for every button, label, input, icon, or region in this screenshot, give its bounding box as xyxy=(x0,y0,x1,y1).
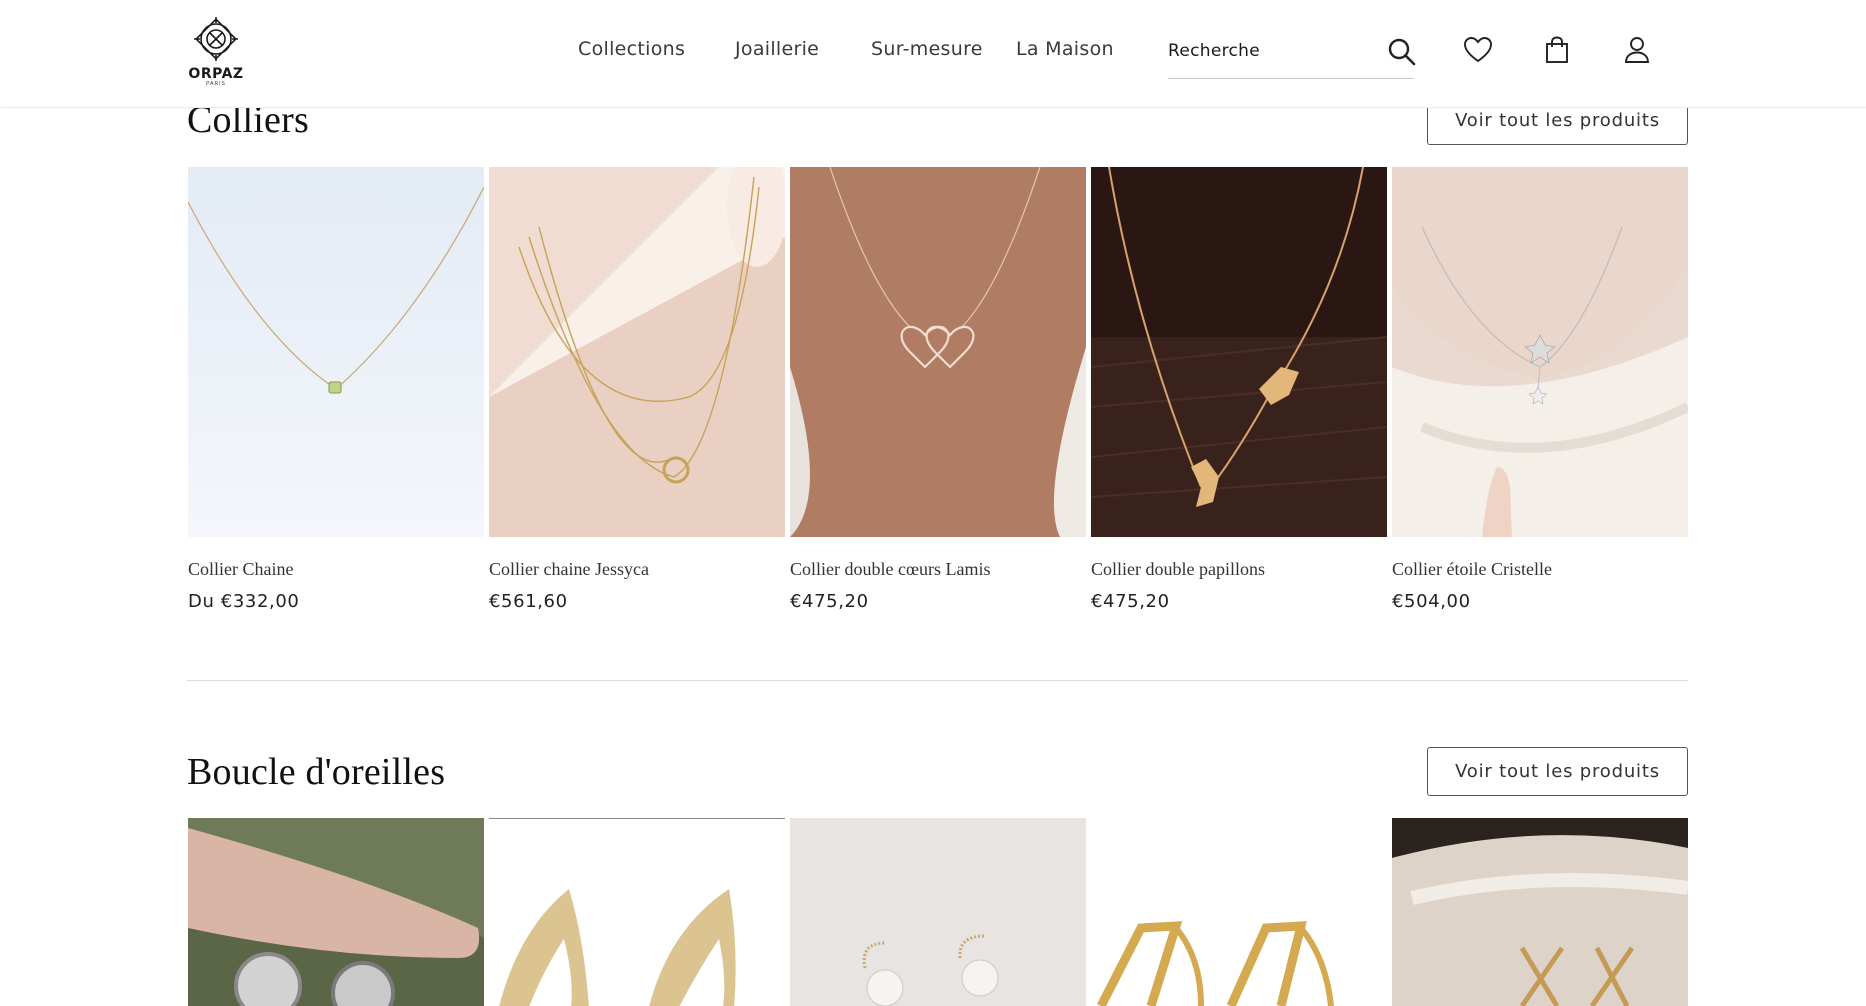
product-image[interactable] xyxy=(1091,818,1387,1006)
search-box xyxy=(1168,30,1416,79)
product-image[interactable] xyxy=(790,818,1086,1006)
product-image[interactable] xyxy=(1091,167,1387,537)
product-image[interactable] xyxy=(790,167,1086,537)
product-image[interactable] xyxy=(188,818,484,1006)
product-name[interactable]: Collier double papillons xyxy=(1091,559,1387,580)
product-card[interactable]: Collier étoile Cristelle €504,00 xyxy=(1392,167,1688,612)
product-card[interactable]: Collier double papillons €475,20 xyxy=(1091,167,1387,612)
product-image[interactable] xyxy=(188,167,484,537)
product-image[interactable] xyxy=(489,167,785,537)
product-price: €475,20 xyxy=(790,591,869,612)
brand-name: ORPAZ xyxy=(188,66,244,82)
section-divider xyxy=(187,680,1688,681)
bag-icon[interactable] xyxy=(1541,34,1573,66)
product-card[interactable]: Collier Chaine Du €332,00 xyxy=(188,167,484,612)
product-card[interactable] xyxy=(1091,818,1387,1006)
product-card[interactable] xyxy=(188,818,484,1006)
product-image[interactable] xyxy=(489,819,785,1006)
nav-sur-mesure[interactable]: Sur-mesure xyxy=(871,38,983,60)
product-name[interactable]: Collier double cœurs Lamis xyxy=(790,559,1086,580)
product-price: €504,00 xyxy=(1392,591,1471,612)
product-image[interactable] xyxy=(1392,167,1688,537)
logo-emblem-icon xyxy=(194,17,238,61)
product-card[interactable] xyxy=(790,818,1086,1006)
product-price: €561,60 xyxy=(489,591,568,612)
product-name[interactable]: Collier Chaine xyxy=(188,559,484,580)
user-icon[interactable] xyxy=(1621,34,1653,66)
site-header: ORPAZ PARIS Collections Joaillerie Sur-m… xyxy=(0,0,1866,108)
product-name[interactable]: Collier étoile Cristelle xyxy=(1392,559,1688,580)
nav-la-maison[interactable]: La Maison xyxy=(1016,38,1114,60)
product-name[interactable]: Collier chaine Jessyca xyxy=(489,559,785,580)
product-price: Du €332,00 xyxy=(188,591,300,612)
search-icon[interactable] xyxy=(1386,36,1418,68)
product-price: €475,20 xyxy=(1091,591,1170,612)
nav-joaillerie[interactable]: Joaillerie xyxy=(735,38,819,60)
view-all-boucles-button[interactable]: Voir tout les produits xyxy=(1427,747,1688,796)
product-card[interactable]: Collier chaine Jessyca €561,60 xyxy=(489,167,785,612)
product-card[interactable]: Collier double cœurs Lamis €475,20 xyxy=(790,167,1086,612)
nav-collections[interactable]: Collections xyxy=(578,38,685,60)
product-image[interactable] xyxy=(1392,818,1688,1006)
heart-icon[interactable] xyxy=(1462,34,1494,66)
product-card[interactable] xyxy=(1392,818,1688,1006)
brand-logo[interactable]: ORPAZ PARIS xyxy=(186,13,246,91)
section-title-boucles: Boucle d'oreilles xyxy=(187,751,446,793)
search-input[interactable] xyxy=(1168,38,1368,64)
product-card[interactable] xyxy=(489,818,785,1006)
